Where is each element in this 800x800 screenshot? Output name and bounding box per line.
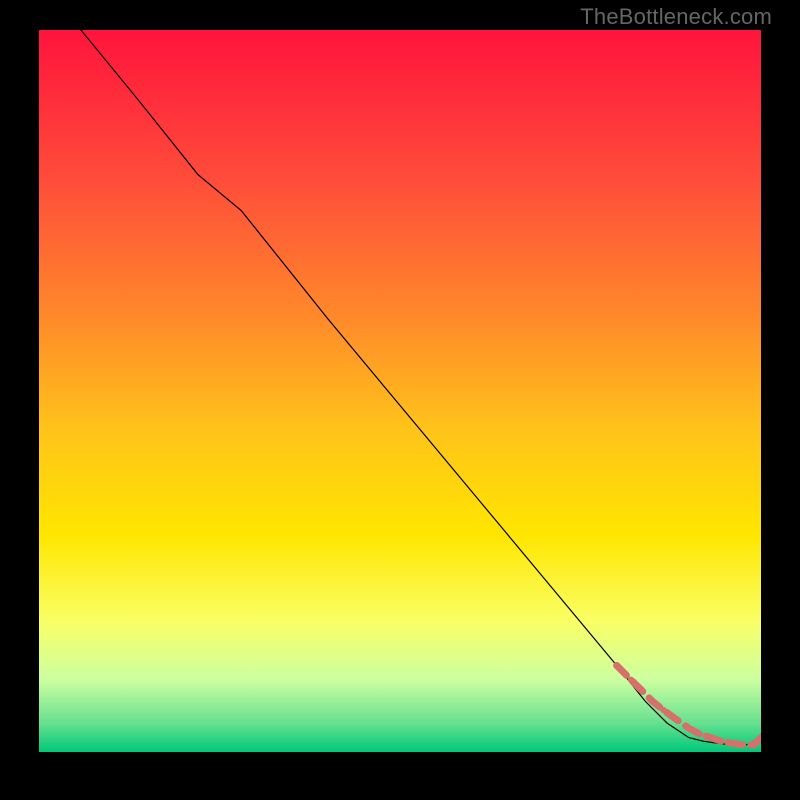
- gradient-background: [39, 30, 761, 752]
- series-resolution-points-point: [650, 698, 656, 704]
- series-resolution-points-point: [707, 734, 713, 740]
- series-resolution-points-point: [660, 707, 666, 713]
- series-resolution-points-point: [686, 725, 692, 731]
- series-resolution-points-point: [718, 738, 724, 744]
- watermark-text: TheBottleneck.com: [580, 4, 772, 30]
- series-resolution-points-point: [740, 742, 746, 748]
- series-resolution-points-point: [696, 731, 702, 737]
- series-resolution-points-point: [613, 662, 619, 668]
- series-resolution-points-point: [639, 687, 645, 693]
- series-resolution-points-point: [671, 715, 677, 721]
- plot-area: [39, 30, 761, 752]
- series-resolution-points-point: [751, 742, 757, 748]
- series-resolution-points-point: [628, 677, 634, 683]
- chart-container: TheBottleneck.com: [0, 0, 800, 800]
- series-resolution-points-point: [729, 740, 735, 746]
- chart-svg: [39, 30, 761, 752]
